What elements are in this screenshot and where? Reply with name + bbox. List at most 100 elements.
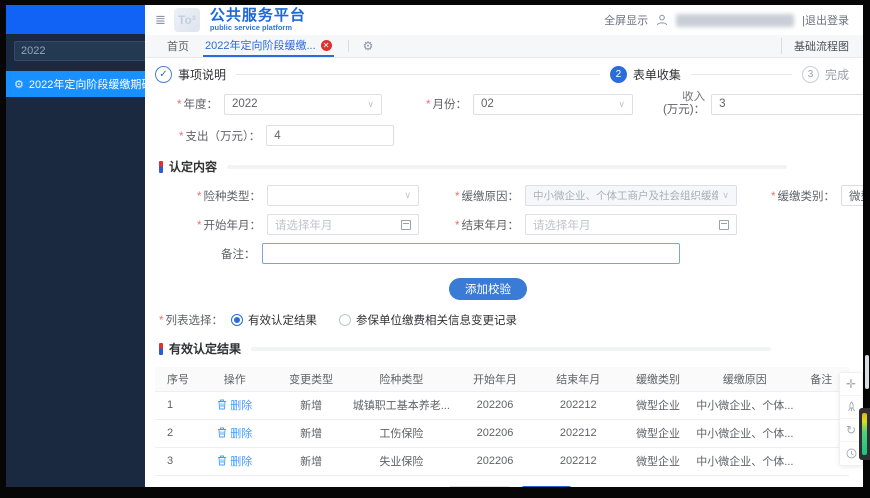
section-determination: 认定内容 xyxy=(159,158,849,175)
sidebar-item-label: 2022年定向阶段缓缴期确认 xyxy=(28,79,164,91)
tab-divider xyxy=(347,40,349,52)
close-tab-icon[interactable]: ✕ xyxy=(320,39,332,51)
recorder-widget[interactable] xyxy=(859,408,870,460)
platform-logo: To³ xyxy=(173,8,200,32)
collapse-menu-icon[interactable]: ≣ xyxy=(155,12,166,28)
step-2-label: 表单收集 xyxy=(632,68,681,82)
end-month-picker[interactable]: 请选择年月 xyxy=(524,214,737,235)
chevron-down-icon: ∨ xyxy=(722,190,729,200)
col-insurance-type: 险种类型 xyxy=(349,367,454,392)
delete-button[interactable]: 删除 xyxy=(217,397,252,413)
chevron-down-icon: ∨ xyxy=(367,98,374,109)
username-redacted xyxy=(676,13,795,27)
start-month-label: 开始年月： xyxy=(197,217,261,233)
add-check-button[interactable]: 添加校验 xyxy=(449,278,527,300)
audio-level-meter xyxy=(862,413,867,455)
defer-category-select[interactable]: 微型企业 ∨ xyxy=(840,185,863,206)
main-area: ≣ To³ 公共服务平台 public service platform 全屏显… xyxy=(145,5,863,487)
sidebar-item-2022-deferral[interactable]: ⚙ 2022年定向阶段缓缴期确认 xyxy=(6,71,163,97)
expense-input[interactable] xyxy=(266,125,395,146)
logout-link[interactable]: |退出登录 xyxy=(802,12,849,28)
footer-actions: 上一步 保存 xyxy=(163,485,857,487)
sidebar-search-box: ✕ xyxy=(14,41,188,61)
year-label: 年度： xyxy=(177,96,218,112)
user-icon xyxy=(657,14,668,26)
col-end: 结束年月 xyxy=(536,367,620,392)
section-results: 有效认定结果 xyxy=(159,340,849,357)
prev-step-button[interactable]: 上一步 xyxy=(448,485,511,487)
basic-flowchart-link[interactable]: 基础流程图 xyxy=(781,38,849,54)
defer-reason-label: 缓缴原因： xyxy=(455,188,519,204)
defer-reason-select[interactable]: 中小微企业、个体工商户及社会组织缓缴 ∨ xyxy=(524,185,737,206)
platform-titles: 公共服务平台 public service platform xyxy=(210,8,306,32)
step-indicator: ✓ 事项说明 2 表单收集 3 完成 xyxy=(155,66,849,83)
table-row: 1 删除 新增 城镇职工基本养老... 202206 202212 微型企业 中… xyxy=(155,391,849,420)
col-start: 开始年月 xyxy=(453,367,537,392)
move-icon[interactable]: ✛ xyxy=(840,373,862,396)
tab-bar: 首页 2022年定向阶段缓缴... ✕ ⚙ 基础流程图 xyxy=(145,35,863,58)
month-select[interactable]: 02 ∨ xyxy=(472,93,633,115)
insurance-type-select[interactable]: ∨ xyxy=(266,185,419,206)
tab-active-deferral[interactable]: 2022年定向阶段缓缴... ✕ xyxy=(203,35,334,57)
results-table: 序号 操作 变更类型 险种类型 开始年月 结束年月 缓缴类别 缓缴原因 备注 1… xyxy=(155,367,849,476)
app-header: ≣ To³ 公共服务平台 public service platform 全屏显… xyxy=(145,5,863,35)
screenshot-frame: ✕ ⚙ 2022年定向阶段缓缴期确认 ≣ To³ 公共服务平台 public s… xyxy=(0,0,870,498)
gear-icon: ⚙ xyxy=(14,78,24,91)
col-operation: 操作 xyxy=(196,367,273,392)
tab-home[interactable]: 首页 xyxy=(167,38,189,54)
step-2-number: 2 xyxy=(609,66,627,83)
form-row-period: 年度： 2022 ∨ 月份： 02 ∨ xyxy=(155,91,863,117)
chevron-down-icon: ∨ xyxy=(618,98,625,109)
trash-icon xyxy=(218,455,227,466)
calendar-icon xyxy=(400,219,411,230)
income-input[interactable] xyxy=(711,93,863,115)
step-1-done: ✓ 事项说明 xyxy=(155,66,226,83)
sidebar: ✕ ⚙ 2022年定向阶段缓缴期确认 xyxy=(6,5,188,487)
section-bar-icon xyxy=(159,160,163,173)
step-3-label: 完成 xyxy=(824,68,849,82)
form-row-expense: 支出（万元）： xyxy=(155,125,849,146)
section-divider xyxy=(251,346,772,351)
remark-label: 备注： xyxy=(221,248,256,261)
table-row: 2 删除 新增 工伤保险 202206 202212 微型企业 中小微企业、个体… xyxy=(155,419,849,448)
form-row-type: 险种类型： ∨ 缓缴原因： 中小微企业、个体工商户及社会组织缓缴 ∨ xyxy=(155,185,863,206)
scrollbar-thumb[interactable] xyxy=(865,355,869,389)
table-header-row: 序号 操作 变更类型 险种类型 开始年月 结束年月 缓缴类别 缓缴原因 备注 xyxy=(155,367,849,392)
table-row: 3 删除 新增 失业保险 202206 202212 微型企业 中小微企业、个体… xyxy=(155,447,849,476)
month-label: 月份： xyxy=(426,96,467,112)
insurance-type-label: 险种类型： xyxy=(197,188,261,204)
step-3-number: 3 xyxy=(801,66,819,83)
radio-selected-icon xyxy=(230,314,243,326)
chevron-down-icon: ∨ xyxy=(404,190,411,200)
start-month-picker[interactable]: 请选择年月 xyxy=(266,214,419,235)
tab-active-label: 2022年定向阶段缓缴... xyxy=(205,40,316,52)
section-determination-title: 认定内容 xyxy=(169,160,218,174)
content-area: ✓ 事项说明 2 表单收集 3 完成 * 年度： 2022 ∨ * 月份： 02… xyxy=(145,58,863,487)
step-1-check-icon: ✓ xyxy=(155,66,172,83)
save-button[interactable]: 保存 xyxy=(520,485,572,487)
col-change-type: 变更类型 xyxy=(272,367,350,392)
trash-icon xyxy=(218,427,227,438)
col-no: 序号 xyxy=(155,367,197,392)
end-month-label: 结束年月： xyxy=(455,217,519,233)
section-divider xyxy=(227,164,788,169)
list-select-label: 列表选择： xyxy=(159,312,223,328)
form-row-remark: 备注： xyxy=(155,243,849,264)
radio-valid-results[interactable]: 有效认定结果 xyxy=(230,312,317,328)
col-category: 缓缴类别 xyxy=(619,367,697,392)
year-select[interactable]: 2022 ∨ xyxy=(223,93,382,115)
tab-settings-icon[interactable]: ⚙ xyxy=(363,39,374,53)
step-1-label: 事项说明 xyxy=(178,68,227,82)
radio-unselected-icon xyxy=(338,314,351,326)
delete-button[interactable]: 删除 xyxy=(217,453,252,469)
fullscreen-toggle[interactable]: 全屏显示 xyxy=(604,12,648,28)
step-2-active: 2 表单收集 xyxy=(609,66,681,83)
section-bar-icon xyxy=(159,342,163,355)
section-results-title: 有效认定结果 xyxy=(169,342,242,356)
remark-input[interactable] xyxy=(261,243,680,264)
income-label: 收入 (万元)： xyxy=(663,91,705,117)
calendar-icon xyxy=(718,219,729,230)
radio-change-records[interactable]: 参保单位缴费相关信息变更记录 xyxy=(338,312,517,328)
platform-title: 公共服务平台 xyxy=(209,7,306,25)
delete-button[interactable]: 删除 xyxy=(217,425,252,441)
